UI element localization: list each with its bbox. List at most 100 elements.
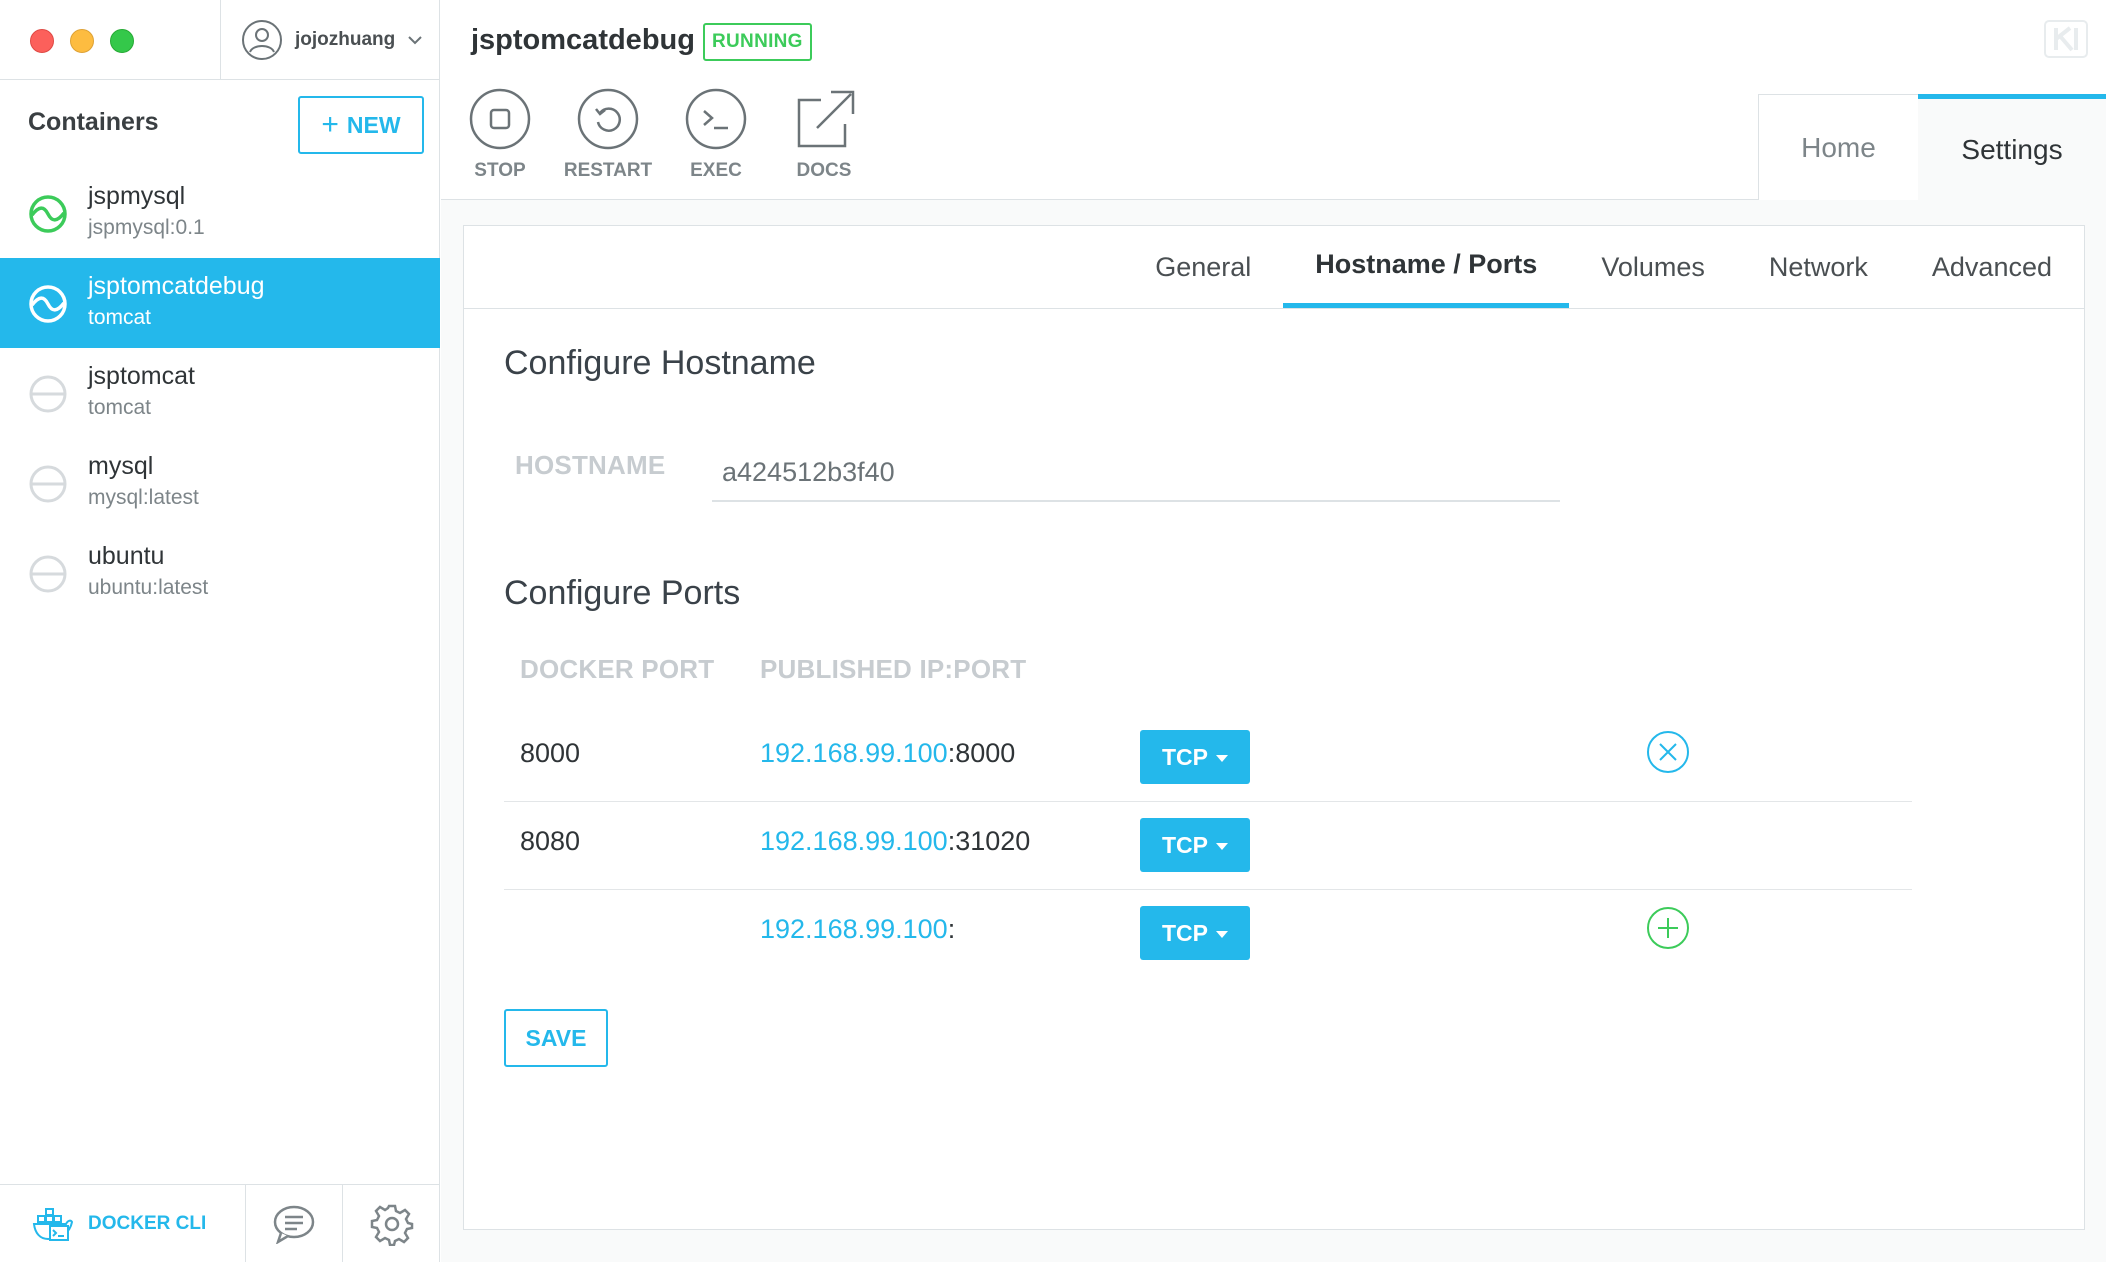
tab-settings[interactable]: Settings <box>1918 94 2106 200</box>
remove-port-icon[interactable] <box>1646 730 1690 774</box>
docker-cli-button[interactable]: DOCKER CLI <box>0 1185 246 1262</box>
container-item-mysql[interactable]: mysql mysql:latest <box>0 438 440 528</box>
stop-icon <box>469 88 531 150</box>
exec-button[interactable]: EXEC <box>685 88 747 182</box>
main-area: jsptomcatdebug RUNNING STOP RESTART EXEC… <box>441 0 2106 1262</box>
new-container-button[interactable]: + NEW <box>298 96 424 154</box>
published-port-header: PUBLISHED IP:PORT <box>760 654 1027 684</box>
subtab-general[interactable]: General <box>1123 226 1283 308</box>
container-item-jsptomcatdebug[interactable]: jsptomcatdebug tomcat <box>0 258 440 348</box>
published-ip: 192.168.99.100 <box>760 914 948 944</box>
stop-button[interactable]: STOP <box>469 88 531 182</box>
container-name: jsptomcat <box>88 362 195 390</box>
hostname-input[interactable] <box>712 444 1560 502</box>
caret-down-icon <box>1216 754 1228 762</box>
container-name: mysql <box>88 452 154 480</box>
settings-subtabs: General Hostname / Ports Volumes Network… <box>1123 226 2084 308</box>
container-name: ubuntu <box>88 542 165 570</box>
container-item-jsptomcat[interactable]: jsptomcat tomcat <box>0 348 440 438</box>
feedback-button[interactable] <box>246 1185 343 1262</box>
subtab-advanced[interactable]: Advanced <box>1900 226 2084 308</box>
docker-port-value: 8000 <box>520 738 581 768</box>
container-item-ubuntu[interactable]: ubuntu ubuntu:latest <box>0 528 440 618</box>
published-ip: 192.168.99.100 <box>760 738 948 768</box>
docker-whale-icon <box>32 1207 74 1241</box>
running-status-icon <box>29 195 67 233</box>
running-status-icon <box>29 285 67 323</box>
docs-button[interactable]: DOCS <box>793 88 855 182</box>
status-badge: RUNNING <box>703 23 812 61</box>
new-button-label: NEW <box>346 111 401 138</box>
hostname-label: HOSTNAME <box>515 450 666 480</box>
subtab-hostname-ports[interactable]: Hostname / Ports <box>1283 226 1570 308</box>
main-tabs: Home Settings <box>1758 94 2106 200</box>
stop-label: STOP <box>474 160 526 181</box>
stopped-status-icon <box>29 555 67 593</box>
stopped-status-icon <box>29 375 67 413</box>
protocol-dropdown[interactable]: TCP <box>1140 818 1250 872</box>
stopped-status-icon <box>29 465 67 503</box>
subtab-volumes[interactable]: Volumes <box>1569 226 1737 308</box>
configure-ports-heading: Configure Ports <box>504 574 741 612</box>
port-row: 8080 192.168.99.100:31020 TCP <box>504 802 1912 890</box>
published-port: :31020 <box>947 826 1031 856</box>
window-titlebar: jojozhuang <box>0 0 440 80</box>
caret-down-icon <box>1216 842 1228 850</box>
configure-hostname-heading: Configure Hostname <box>504 344 816 382</box>
container-name: jspmysql <box>88 182 186 210</box>
username: jojozhuang <box>295 29 396 50</box>
preferences-button[interactable] <box>343 1185 440 1262</box>
sidebar-bottom-bar: DOCKER CLI <box>0 1184 440 1262</box>
settings-panel: General Hostname / Ports Volumes Network… <box>463 225 2085 1230</box>
divider <box>464 308 2084 309</box>
published-ip: 192.168.99.100 <box>760 826 948 856</box>
docker-port-value: 8080 <box>520 826 581 856</box>
docs-label: DOCS <box>796 160 852 181</box>
close-window-button[interactable] <box>30 29 54 53</box>
restart-icon <box>577 88 639 150</box>
published-address: 192.168.99.100: <box>760 914 955 945</box>
containers-heading: Containers <box>28 108 159 136</box>
restart-button[interactable]: RESTART <box>564 88 652 182</box>
external-link-icon <box>797 90 855 148</box>
zoom-window-button[interactable] <box>110 29 134 53</box>
port-row: 8000 192.168.99.100:8000 TCP <box>504 714 1912 802</box>
minimize-window-button[interactable] <box>70 29 94 53</box>
container-image: tomcat <box>88 396 152 419</box>
published-address: 192.168.99.100:8000 <box>760 738 1015 769</box>
container-image: ubuntu:latest <box>88 576 209 599</box>
container-actions: STOP RESTART EXEC DOCS <box>469 88 855 182</box>
save-button[interactable]: SAVE <box>504 1009 608 1067</box>
container-header: jsptomcatdebug RUNNING STOP RESTART EXEC… <box>441 0 2106 200</box>
docker-cli-label: DOCKER CLI <box>88 1212 207 1234</box>
protocol-label: TCP <box>1162 743 1208 770</box>
user-menu[interactable]: jojozhuang <box>220 0 440 80</box>
container-image: tomcat <box>88 306 152 329</box>
add-port-icon[interactable] <box>1646 906 1690 950</box>
caret-down-icon <box>1216 930 1228 938</box>
plus-icon: + <box>321 108 339 141</box>
container-item-jspmysql[interactable]: jspmysql jspmysql:0.1 <box>0 168 440 258</box>
user-avatar-icon <box>242 20 282 60</box>
container-list: jspmysql jspmysql:0.1 jsptomcatdebug tom… <box>0 168 440 618</box>
published-port[interactable]: : <box>948 914 956 944</box>
protocol-dropdown[interactable]: TCP <box>1140 906 1250 960</box>
docker-port-header: DOCKER PORT <box>520 654 715 684</box>
protocol-dropdown[interactable]: TCP <box>1140 730 1250 784</box>
terminal-icon <box>685 88 747 150</box>
tab-home[interactable]: Home <box>1758 94 1918 200</box>
chevron-down-icon <box>408 36 422 45</box>
container-image: jspmysql:0.1 <box>88 216 205 239</box>
subtab-network[interactable]: Network <box>1737 226 1900 308</box>
published-address: 192.168.99.100:31020 <box>760 826 1030 857</box>
container-name: jsptomcatdebug <box>88 272 265 300</box>
gear-icon <box>370 1204 413 1246</box>
protocol-label: TCP <box>1162 831 1208 858</box>
published-port: :8000 <box>947 738 1016 768</box>
sidebar: jojozhuang Containers + NEW jspmysql jsp… <box>0 0 440 1262</box>
container-title: jsptomcatdebug <box>471 24 695 56</box>
exec-label: EXEC <box>690 160 742 181</box>
protocol-label: TCP <box>1162 919 1208 946</box>
chat-bubble-icon <box>273 1205 315 1244</box>
container-image: mysql:latest <box>88 486 199 509</box>
